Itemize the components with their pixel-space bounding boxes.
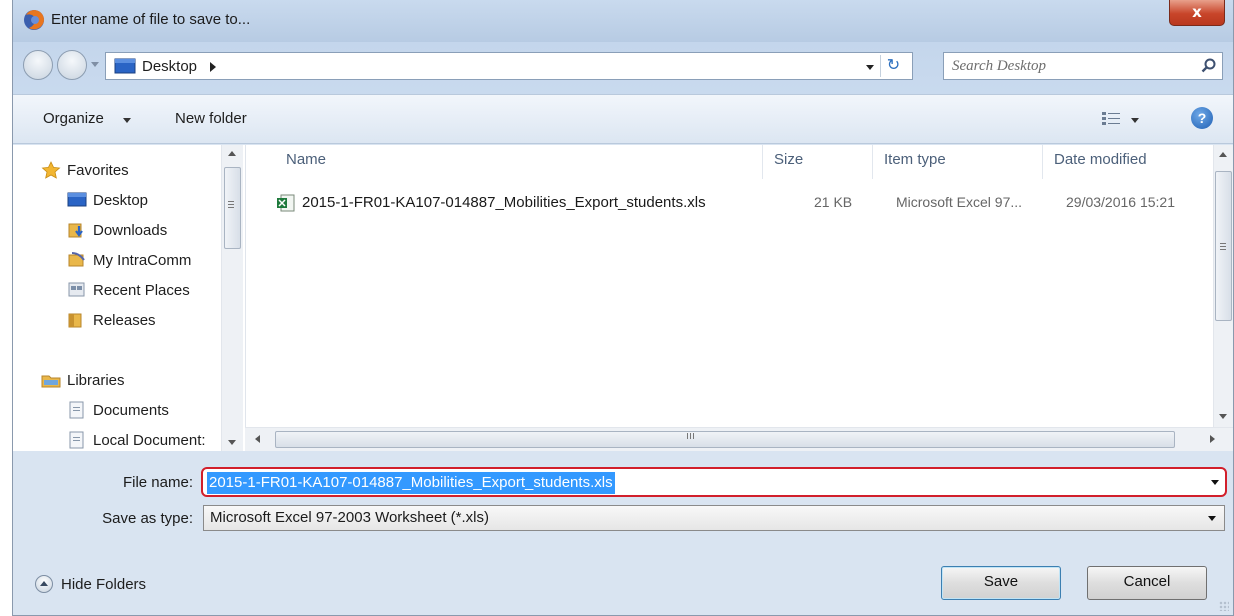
nav-intracomm[interactable]: My IntraComm [67, 247, 191, 273]
address-row: Desktop ↻ [13, 42, 1233, 94]
column-divider[interactable] [1042, 145, 1043, 179]
scroll-down-icon[interactable] [1219, 414, 1227, 419]
scrollbar-thumb[interactable] [224, 167, 241, 249]
grip-icon [687, 433, 688, 439]
folder-icon [68, 313, 82, 328]
nav-downloads[interactable]: Downloads [67, 217, 167, 243]
nav-recent-places[interactable]: Recent Places [67, 277, 190, 303]
nav-releases[interactable]: Releases [67, 307, 156, 333]
column-header-name[interactable]: Name [286, 151, 326, 168]
save-type-dropdown-icon[interactable] [1208, 516, 1216, 521]
scrollbar-thumb[interactable] [1215, 171, 1232, 321]
search-input[interactable] [952, 56, 1182, 76]
scrollbar-thumb[interactable] [275, 431, 1175, 448]
save-button[interactable]: Save [941, 566, 1061, 600]
file-name-dropdown-icon[interactable] [1211, 480, 1219, 485]
file-name-label: File name: [122, 474, 193, 491]
nav-label: My IntraComm [93, 251, 192, 269]
scroll-down-icon[interactable] [228, 440, 236, 445]
back-button[interactable] [23, 50, 53, 80]
file-list: Name Size Item type Date modified 2015-1… [245, 145, 1213, 427]
nav-label: Desktop [93, 191, 149, 209]
help-icon[interactable]: ? [1191, 107, 1213, 129]
save-dialog: Enter name of file to save to... x Deskt… [12, 0, 1234, 616]
nav-label: Documents [93, 401, 169, 419]
navigation-pane: Favorites Desktop Downloads My IntraComm [13, 145, 245, 451]
organize-dropdown-icon[interactable] [123, 118, 131, 123]
file-name-field[interactable]: 2015-1-FR01-KA107-014887_Mobilities_Expo… [201, 467, 1227, 497]
navpane-scrollbar[interactable] [221, 145, 243, 451]
firefox-icon [24, 10, 44, 30]
nav-label: Local Document: [93, 431, 206, 449]
column-divider[interactable] [872, 145, 873, 179]
forward-button[interactable] [57, 50, 87, 80]
save-type-label: Save as type: [102, 510, 193, 527]
close-icon: x [1192, 3, 1202, 21]
chevron-up-icon [35, 575, 53, 593]
change-view-icon[interactable] [1101, 110, 1123, 128]
file-name: 2015-1-FR01-KA107-014887_Mobilities_Expo… [302, 194, 706, 211]
grip-icon [228, 201, 234, 202]
close-button[interactable]: x [1169, 0, 1225, 26]
nav-label: Releases [93, 311, 156, 329]
grip-icon [1220, 243, 1226, 244]
scroll-up-icon[interactable] [1219, 152, 1227, 157]
hide-folders-label: Hide Folders [61, 575, 147, 593]
libraries-icon [41, 375, 61, 388]
refresh-icon[interactable]: ↻ [880, 55, 906, 77]
nav-label: Downloads [93, 221, 168, 239]
breadcrumb-desktop[interactable]: Desktop [142, 58, 197, 75]
search-icon[interactable] [1200, 57, 1218, 75]
desktop-icon [67, 192, 87, 207]
column-header-date[interactable]: Date modified [1054, 151, 1147, 168]
desktop-folder-icon [114, 58, 136, 74]
nav-desktop[interactable]: Desktop [67, 187, 148, 213]
nav-favorites[interactable]: Favorites [41, 157, 129, 183]
downloads-icon [68, 223, 83, 238]
nav-label: Recent Places [93, 281, 190, 299]
nav-local-documents[interactable]: Local Document: [67, 427, 206, 451]
file-size: 21 KB [814, 194, 853, 210]
file-type: Microsoft Excel 97... [896, 194, 1023, 210]
dialog-title: Enter name of file to save to... [51, 11, 251, 28]
scroll-left-icon[interactable] [255, 435, 260, 443]
save-type-select[interactable]: Microsoft Excel 97-2003 Worksheet (*.xls… [203, 505, 1225, 531]
breadcrumb-chevron-icon[interactable] [210, 62, 216, 72]
documents-icon [69, 431, 84, 449]
organize-button[interactable]: Organize [43, 110, 104, 127]
title-bar: Enter name of file to save to... x [13, 0, 1233, 42]
new-folder-button[interactable]: New folder [175, 110, 247, 127]
scroll-right-icon[interactable] [1210, 435, 1215, 443]
hide-folders-button[interactable]: Hide Folders [35, 575, 146, 593]
resize-grip-icon[interactable] [1219, 601, 1229, 611]
excel-file-icon [277, 194, 295, 212]
file-date: 29/03/2016 15:21 [1066, 194, 1175, 210]
toolbar: Organize New folder ? [13, 94, 1233, 144]
nav-label: Libraries [67, 371, 125, 389]
arrow-left-icon [31, 58, 47, 74]
cancel-button[interactable]: Cancel [1087, 566, 1207, 600]
file-row[interactable]: 2015-1-FR01-KA107-014887_Mobilities_Expo… [276, 191, 1216, 217]
column-divider[interactable] [762, 145, 763, 179]
scroll-up-icon[interactable] [228, 151, 236, 156]
nav-label: Favorites [67, 161, 129, 179]
recent-places-icon [68, 282, 85, 297]
arrow-right-icon [65, 58, 81, 74]
column-header-type[interactable]: Item type [884, 151, 946, 168]
address-bar[interactable]: Desktop ↻ [105, 52, 913, 80]
network-folder-icon [68, 252, 85, 267]
filelist-horizontal-scrollbar[interactable] [245, 427, 1233, 451]
recent-pages-dropdown[interactable] [91, 62, 99, 67]
view-dropdown-icon[interactable] [1131, 118, 1139, 123]
star-icon [41, 161, 61, 179]
save-type-value: Microsoft Excel 97-2003 Worksheet (*.xls… [210, 509, 489, 526]
nav-libraries[interactable]: Libraries [41, 367, 125, 393]
nav-documents[interactable]: Documents [67, 397, 169, 423]
file-name-input[interactable]: 2015-1-FR01-KA107-014887_Mobilities_Expo… [207, 472, 615, 494]
search-box[interactable] [943, 52, 1223, 80]
column-header-size[interactable]: Size [774, 151, 803, 168]
filelist-vertical-scrollbar[interactable] [1213, 145, 1233, 427]
documents-icon [69, 401, 84, 419]
address-dropdown-icon[interactable] [866, 65, 874, 70]
